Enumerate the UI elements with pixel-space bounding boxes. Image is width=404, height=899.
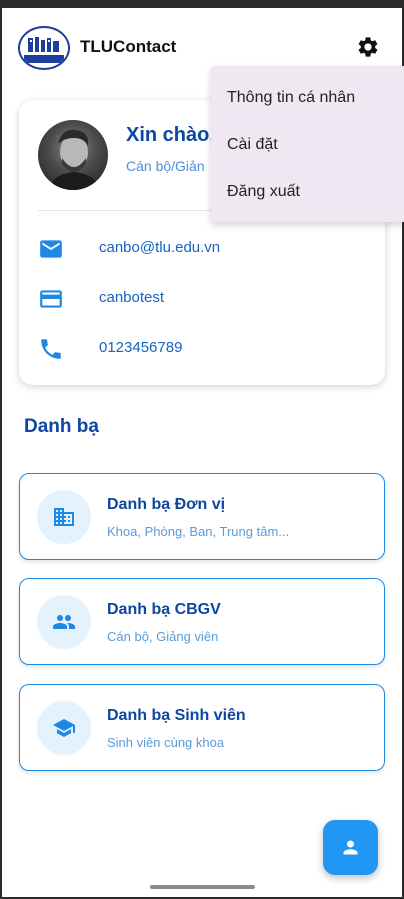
building-icon (54, 508, 74, 526)
email-icon (40, 240, 62, 258)
card-icon (40, 290, 62, 308)
home-indicator[interactable] (150, 885, 255, 889)
section-title: Danh bạ (24, 416, 99, 437)
directory-card-units[interactable]: Danh bạ Đơn vị Khoa, Phòng, Ban, Trung t… (19, 473, 385, 560)
avatar-portrait (48, 129, 100, 190)
directory-subtitle: Cán bộ, Giảng viên (107, 629, 219, 644)
directory-subtitle: Sinh viên cùng khoa (107, 735, 225, 750)
profile-fab-button[interactable] (323, 820, 378, 875)
menu-item-settings[interactable]: Cài đặt (227, 136, 278, 154)
directory-card-staff[interactable]: Danh bạ CBGV Cán bộ, Giảng viên (19, 578, 385, 665)
directory-title: Danh bạ CBGV (107, 601, 221, 618)
menu-item-profile[interactable]: Thông tin cá nhân (227, 89, 355, 107)
directory-title: Danh bạ Sinh viên (107, 707, 246, 724)
directory-title: Danh bạ Đơn vị (107, 496, 226, 513)
avatar (38, 120, 108, 190)
username-text: canbotest (99, 289, 165, 306)
phone-icon (41, 339, 61, 359)
directory-icon-circle (37, 595, 91, 649)
directory-subtitle: Khoa, Phòng, Ban, Trung tâm... (107, 524, 290, 539)
graduation-cap-icon (53, 719, 75, 737)
phone-text: 0123456789 (99, 339, 183, 356)
greeting-text: Xin chào, (126, 124, 215, 146)
menu-item-logout[interactable]: Đăng xuất (227, 183, 300, 201)
email-text: canbo@tlu.edu.vn (99, 239, 221, 256)
directory-card-students[interactable]: Danh bạ Sinh viên Sinh viên cùng khoa (19, 684, 385, 771)
user-role: Cán bộ/Giản (126, 158, 205, 174)
overflow-menu: Thông tin cá nhân Cài đặt Đăng xuất (211, 66, 404, 222)
status-bar-edge (0, 0, 404, 8)
person-icon (343, 840, 358, 855)
settings-gear-icon[interactable] (356, 35, 380, 59)
directory-icon-circle (37, 701, 91, 755)
people-icon (53, 615, 75, 629)
university-logo (18, 26, 70, 70)
directory-icon-circle (37, 490, 91, 544)
device-edge-left (0, 0, 2, 899)
app-title: TLUContact (80, 37, 177, 56)
logo-graphic (24, 36, 64, 63)
